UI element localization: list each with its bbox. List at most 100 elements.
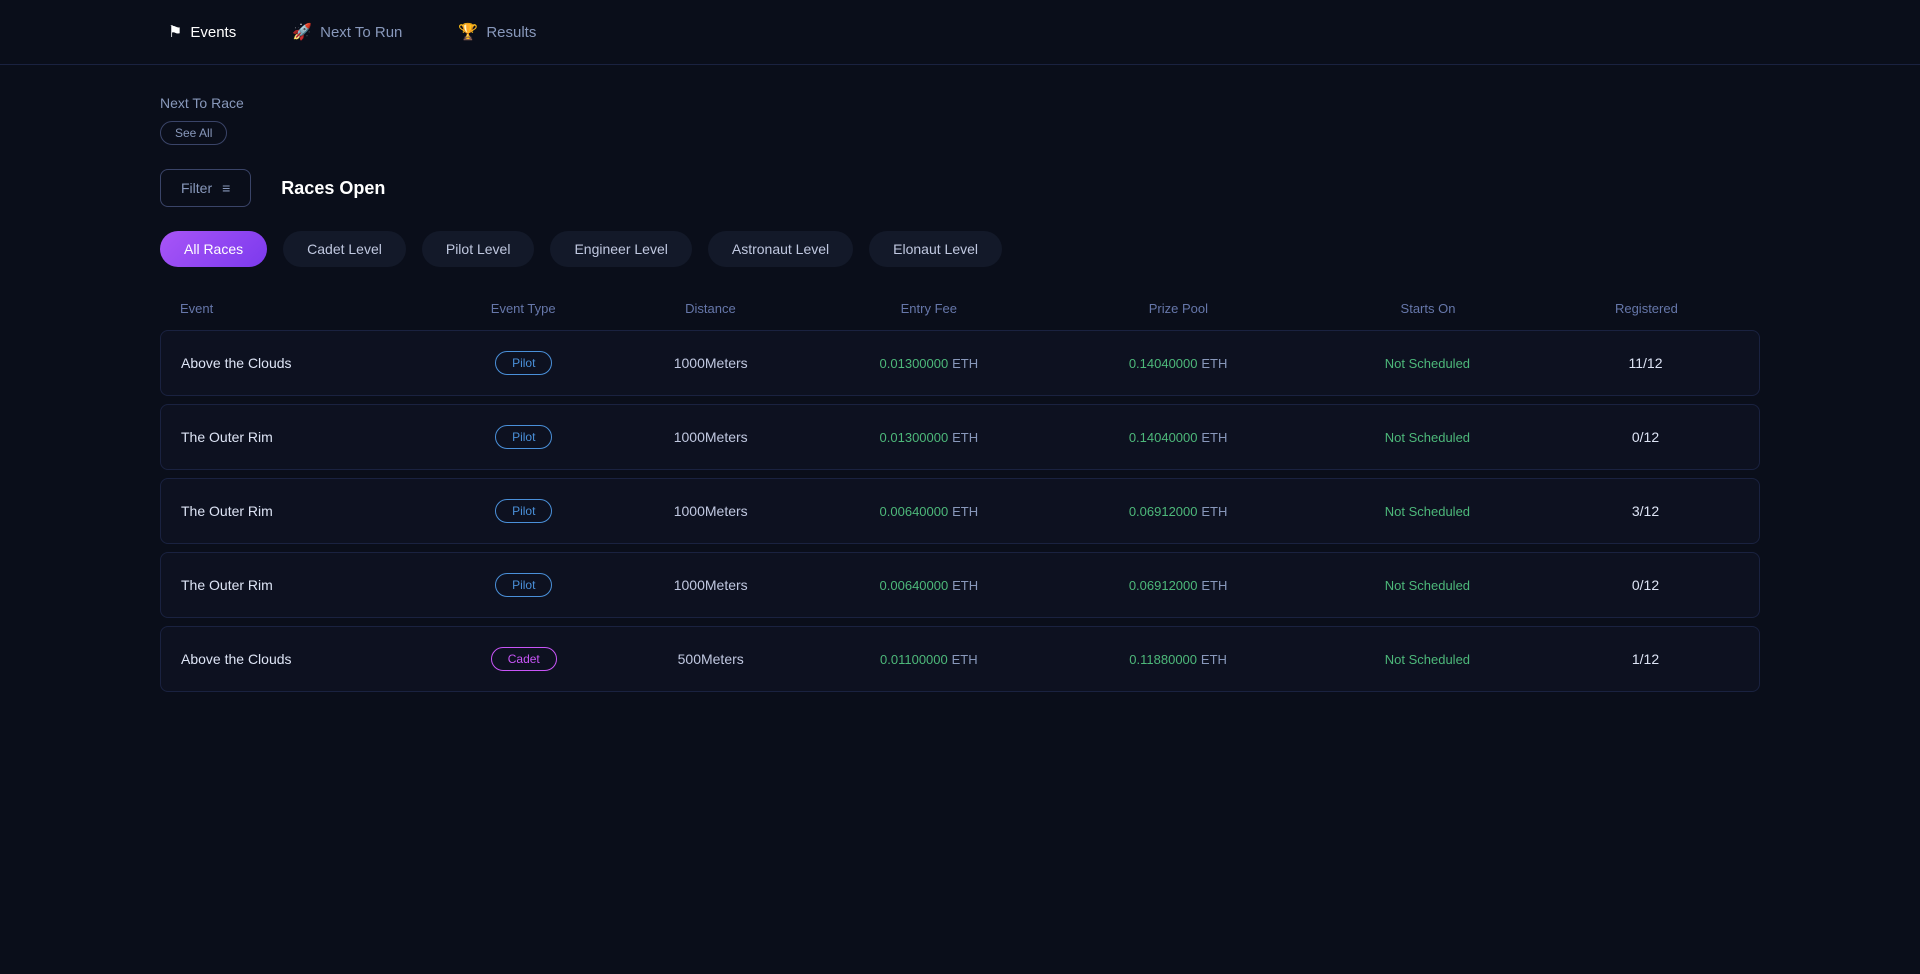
event-type-badge: Cadet <box>491 647 557 671</box>
distance-cell: 1000Meters <box>617 429 804 445</box>
nav-events-label: Events <box>190 24 236 41</box>
prize-pool-cell: 0.11880000 ETH <box>1053 651 1302 667</box>
prize-pool-value: 0.14040000 <box>1129 356 1198 371</box>
starts-on-cell: Not Scheduled <box>1303 651 1552 667</box>
table-header-cell: Distance <box>617 301 804 316</box>
prize-pool-cell: 0.06912000 ETH <box>1053 577 1302 593</box>
tab-cadet-level[interactable]: Cadet Level <box>283 231 406 267</box>
event-type-badge: Pilot <box>495 351 552 375</box>
filter-icon: ≡ <box>222 180 230 196</box>
entry-fee-value: 0.01100000 <box>880 652 948 667</box>
tab-all-races[interactable]: All Races <box>160 231 267 267</box>
main-content: Next To Race See All Filter ≡ Races Open… <box>0 65 1920 730</box>
table-body: Above the CloudsPilot1000Meters0.0130000… <box>160 330 1760 692</box>
prize-pool-value: 0.14040000 <box>1129 430 1198 445</box>
entry-fee-unit: ETH <box>952 356 978 371</box>
entry-fee-unit: ETH <box>952 430 978 445</box>
trophy-icon: 🏆 <box>458 22 478 42</box>
table-row[interactable]: The Outer RimPilot1000Meters0.01300000 E… <box>160 404 1760 470</box>
table-header-cell: Starts On <box>1303 301 1553 316</box>
nav-next-label: Next To Run <box>320 24 402 41</box>
table-header-cell: Event <box>180 301 430 316</box>
starts-on-value: Not Scheduled <box>1385 652 1470 667</box>
see-all-button[interactable]: See All <box>160 121 227 145</box>
entry-fee-unit: ETH <box>952 578 978 593</box>
nav-item-next-to-run[interactable]: 🚀 Next To Run <box>284 18 410 46</box>
table-row[interactable]: The Outer RimPilot1000Meters0.00640000 E… <box>160 478 1760 544</box>
event-type-badge: Pilot <box>495 499 552 523</box>
event-name: The Outer Rim <box>181 577 430 593</box>
nav-results-label: Results <box>486 24 536 41</box>
starts-on-cell: Not Scheduled <box>1303 429 1552 445</box>
distance-cell: 500Meters <box>617 651 804 667</box>
distance-cell: 1000Meters <box>617 503 804 519</box>
entry-fee-cell: 0.00640000 ETH <box>804 577 1053 593</box>
prize-pool-unit: ETH <box>1201 504 1227 519</box>
prize-pool-value: 0.11880000 <box>1129 652 1197 667</box>
prize-pool-cell: 0.06912000 ETH <box>1053 503 1302 519</box>
tab-engineer-level[interactable]: Engineer Level <box>550 231 691 267</box>
entry-fee-value: 0.01300000 <box>880 356 949 371</box>
nav-item-results[interactable]: 🏆 Results <box>450 18 544 46</box>
nav-item-events[interactable]: ⚑ Events <box>160 18 244 46</box>
event-type-cell: Pilot <box>430 573 617 597</box>
distance-cell: 1000Meters <box>617 355 804 371</box>
event-name: Above the Clouds <box>181 355 430 371</box>
tab-astronaut-level[interactable]: Astronaut Level <box>708 231 853 267</box>
races-open-label: Races Open <box>281 178 385 199</box>
entry-fee-value: 0.01300000 <box>880 430 949 445</box>
controls-row: Filter ≡ Races Open <box>160 169 1760 207</box>
entry-fee-value: 0.00640000 <box>880 504 949 519</box>
registered-cell: 0/12 <box>1552 577 1739 593</box>
event-name: Above the Clouds <box>181 651 430 667</box>
filter-button[interactable]: Filter ≡ <box>160 169 251 207</box>
table-header: EventEvent TypeDistanceEntry FeePrize Po… <box>160 291 1760 326</box>
distance-cell: 1000Meters <box>617 577 804 593</box>
entry-fee-value: 0.00640000 <box>880 578 949 593</box>
entry-fee-cell: 0.01300000 ETH <box>804 429 1053 445</box>
registered-cell: 3/12 <box>1552 503 1739 519</box>
event-type-cell: Pilot <box>430 425 617 449</box>
event-type-cell: Cadet <box>430 647 617 671</box>
table-row[interactable]: The Outer RimPilot1000Meters0.00640000 E… <box>160 552 1760 618</box>
tab-pilot-level[interactable]: Pilot Level <box>422 231 535 267</box>
starts-on-cell: Not Scheduled <box>1303 577 1552 593</box>
event-type-badge: Pilot <box>495 573 552 597</box>
event-type-badge: Pilot <box>495 425 552 449</box>
entry-fee-cell: 0.01300000 ETH <box>804 355 1053 371</box>
entry-fee-cell: 0.01100000 ETH <box>804 651 1053 667</box>
section-title: Next To Race <box>160 95 1760 111</box>
rocket-icon: 🚀 <box>292 22 312 42</box>
events-icon: ⚑ <box>168 22 182 42</box>
starts-on-value: Not Scheduled <box>1385 356 1470 371</box>
prize-pool-value: 0.06912000 <box>1129 504 1198 519</box>
table-row[interactable]: Above the CloudsPilot1000Meters0.0130000… <box>160 330 1760 396</box>
tab-elonaut-level[interactable]: Elonaut Level <box>869 231 1002 267</box>
filter-label: Filter <box>181 180 212 196</box>
event-name: The Outer Rim <box>181 429 430 445</box>
table-header-cell: Entry Fee <box>804 301 1054 316</box>
table-header-cell: Registered <box>1553 301 1740 316</box>
prize-pool-cell: 0.14040000 ETH <box>1053 429 1302 445</box>
starts-on-cell: Not Scheduled <box>1303 355 1552 371</box>
starts-on-cell: Not Scheduled <box>1303 503 1552 519</box>
prize-pool-unit: ETH <box>1201 430 1227 445</box>
top-navigation: ⚑ Events 🚀 Next To Run 🏆 Results <box>0 0 1920 65</box>
entry-fee-unit: ETH <box>952 504 978 519</box>
table-header-cell: Prize Pool <box>1054 301 1304 316</box>
prize-pool-cell: 0.14040000 ETH <box>1053 355 1302 371</box>
event-type-cell: Pilot <box>430 351 617 375</box>
level-tabs: All Races Cadet Level Pilot Level Engineer … <box>160 231 1760 267</box>
table-row[interactable]: Above the CloudsCadet500Meters0.01100000… <box>160 626 1760 692</box>
registered-cell: 1/12 <box>1552 651 1739 667</box>
registered-cell: 0/12 <box>1552 429 1739 445</box>
entry-fee-unit: ETH <box>952 652 978 667</box>
prize-pool-value: 0.06912000 <box>1129 578 1198 593</box>
starts-on-value: Not Scheduled <box>1385 430 1470 445</box>
starts-on-value: Not Scheduled <box>1385 504 1470 519</box>
starts-on-value: Not Scheduled <box>1385 578 1470 593</box>
event-type-cell: Pilot <box>430 499 617 523</box>
prize-pool-unit: ETH <box>1201 652 1227 667</box>
table-header-cell: Event Type <box>430 301 617 316</box>
entry-fee-cell: 0.00640000 ETH <box>804 503 1053 519</box>
